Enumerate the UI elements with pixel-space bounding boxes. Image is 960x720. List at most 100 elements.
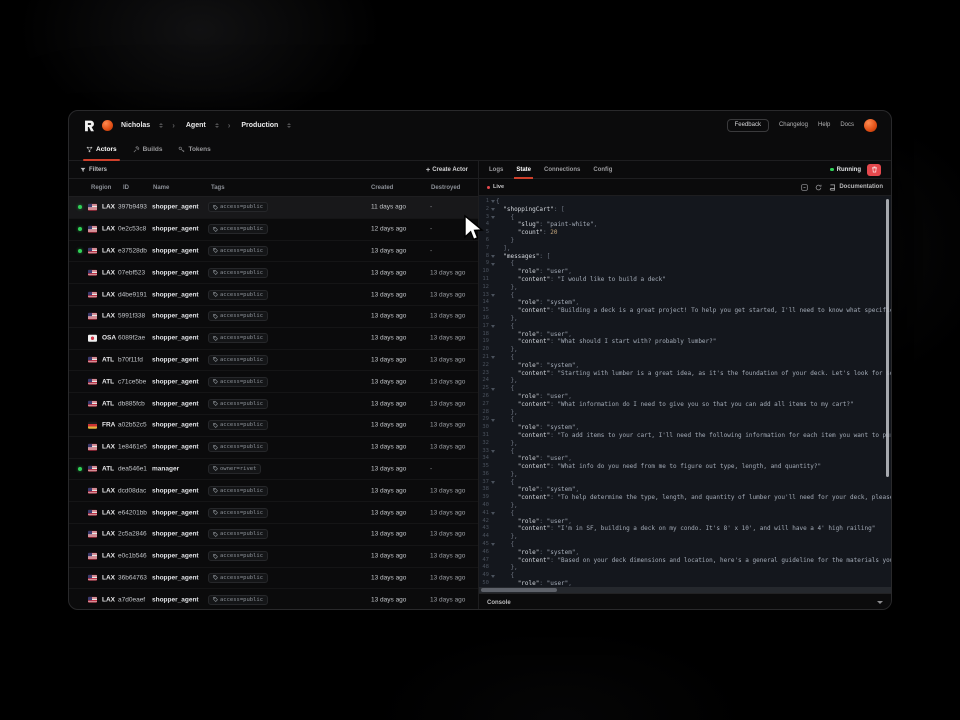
table-row[interactable]: ATL b70f11fd shopper_agent access=public…: [69, 350, 478, 372]
fold-chevron-icon[interactable]: [489, 356, 496, 359]
table-row[interactable]: LAX 5991f338 shopper_agent access=public…: [69, 306, 478, 328]
documentation-button[interactable]: Documentation: [829, 184, 883, 191]
created-at: 13 days ago: [371, 465, 406, 472]
table-row[interactable]: LAX 2c5a2846 shopper_agent access=public…: [69, 524, 478, 546]
tag-icon: [213, 510, 218, 515]
table-row[interactable]: LAX e64201bb shopper_agent access=public…: [69, 502, 478, 524]
region-code: LAX: [102, 291, 115, 298]
fold-chevron-icon[interactable]: [489, 294, 496, 297]
breadcrumb-user[interactable]: Nicholas: [121, 122, 150, 129]
actor-id: e64201bb: [118, 509, 147, 516]
table-row[interactable]: LAX e0c1b546 shopper_agent access=public…: [69, 546, 478, 568]
tab-config[interactable]: Config: [593, 161, 612, 178]
tab-tokens[interactable]: Tokens: [178, 146, 210, 160]
breadcrumb-switcher-icon[interactable]: [159, 123, 163, 128]
profile-avatar[interactable]: [864, 119, 877, 132]
table-row[interactable]: LAX 36b64763 shopper_agent access=public…: [69, 568, 478, 590]
table-row[interactable]: FRA a02b52c5 shopper_agent access=public…: [69, 415, 478, 437]
table-row[interactable]: LAX dcd08dac shopper_agent access=public…: [69, 480, 478, 502]
table-row[interactable]: ATL db885fcb shopper_agent access=public…: [69, 393, 478, 415]
destroy-actor-button[interactable]: [867, 164, 881, 176]
code-line: 35 "content": "What info do you need fro…: [479, 463, 891, 471]
fold-chevron-icon[interactable]: [489, 481, 496, 484]
actor-name: shopper_agent: [152, 444, 199, 451]
tag-icon: [213, 445, 218, 450]
plus-icon: +: [426, 167, 430, 172]
created-at: 13 days ago: [371, 553, 406, 560]
line-number: 40: [479, 502, 489, 510]
fold-chevron-icon[interactable]: [489, 216, 496, 219]
code-text: {: [496, 292, 514, 300]
breadcrumb-separator: ›: [228, 121, 231, 130]
region-flag-icon: [88, 466, 97, 473]
line-number: 31: [479, 432, 489, 440]
breadcrumb-workspace[interactable]: Agent: [186, 122, 206, 129]
code-text: },: [496, 440, 518, 448]
fold-chevron-icon[interactable]: [489, 200, 496, 203]
fold-chevron-icon[interactable]: [489, 450, 496, 453]
refresh-icon[interactable]: [815, 184, 822, 191]
table-row[interactable]: LAX d4be9191 shopper_agent access=public…: [69, 284, 478, 306]
fold-chevron-icon[interactable]: [489, 543, 496, 546]
region-flag-icon: [88, 575, 97, 582]
fold-chevron-icon[interactable]: [489, 575, 496, 578]
line-number: 9: [479, 260, 489, 268]
line-number: 8: [479, 253, 489, 261]
tag-icon: [213, 423, 218, 428]
horizontal-scrollbar-track[interactable]: [479, 587, 891, 593]
code-line: 46 "role": "system",: [479, 549, 891, 557]
tab-connections[interactable]: Connections: [544, 161, 580, 178]
fold-chevron-icon[interactable]: [489, 512, 496, 515]
table-row[interactable]: OSA 6089f2ae shopper_agent access=public…: [69, 328, 478, 350]
fold-chevron-icon[interactable]: [489, 255, 496, 258]
filters-button[interactable]: Filters: [80, 167, 107, 173]
breadcrumb-environment[interactable]: Production: [241, 122, 278, 129]
tag-icon: [213, 466, 218, 471]
tag-badge: access=public: [208, 420, 268, 430]
tab-state[interactable]: State: [516, 161, 531, 178]
fold-chevron-icon[interactable]: [489, 263, 496, 266]
feedback-button[interactable]: Feedback: [727, 119, 769, 132]
user-avatar[interactable]: [102, 120, 113, 131]
line-number: 13: [479, 292, 489, 300]
hammer-icon: [133, 146, 140, 153]
fold-chevron-icon[interactable]: [489, 388, 496, 391]
code-text: {: [496, 354, 514, 362]
rivet-logo-icon[interactable]: [83, 119, 96, 132]
create-actor-button[interactable]: + Create Actor: [422, 165, 472, 175]
tab-actors[interactable]: Actors: [86, 146, 117, 160]
chevron-down-icon[interactable]: [877, 601, 883, 604]
help-link[interactable]: Help: [818, 122, 830, 128]
table-row[interactable]: LAX 0e2c53c8 shopper_agent access=public…: [69, 219, 478, 241]
destroyed-at: -: [430, 465, 432, 472]
vertical-scrollbar[interactable]: [886, 199, 890, 477]
code-text: },: [496, 315, 518, 323]
table-row[interactable]: LAX 1e8461e5 shopper_agent access=public…: [69, 437, 478, 459]
fold-chevron-icon[interactable]: [489, 419, 496, 422]
code-text: "content": "Building a deck is a great p…: [496, 307, 891, 315]
line-number: 48: [479, 564, 489, 572]
documentation-label: Documentation: [839, 184, 883, 190]
changelog-link[interactable]: Changelog: [779, 122, 808, 128]
table-row[interactable]: LAX 07ebf523 shopper_agent access=public…: [69, 262, 478, 284]
breadcrumb-switcher-icon[interactable]: [215, 123, 219, 128]
tab-logs[interactable]: Logs: [489, 161, 503, 178]
line-number: 12: [479, 284, 489, 292]
fold-chevron-icon[interactable]: [489, 325, 496, 328]
content-split: Filters + Create Actor Region ID Name Ta…: [69, 161, 891, 610]
region-flag-icon: [88, 204, 97, 211]
table-row[interactable]: ATL c71ce5be shopper_agent access=public…: [69, 371, 478, 393]
table-row[interactable]: LAX 397b9493 shopper_agent access=public…: [69, 197, 478, 219]
expand-icon[interactable]: [801, 184, 808, 191]
code-text: "role": "system",: [496, 424, 579, 432]
table-row[interactable]: LAX a7d0eaef shopper_agent access=public…: [69, 589, 478, 610]
console-bar[interactable]: Console: [479, 593, 891, 610]
fold-chevron-icon[interactable]: [489, 208, 496, 211]
docs-link[interactable]: Docs: [840, 122, 854, 128]
tab-builds[interactable]: Builds: [133, 146, 163, 160]
state-json-viewer[interactable]: 1{2 "shoppingCart": [3 {4 "slug": "paint…: [479, 196, 891, 587]
horizontal-scrollbar-thumb[interactable]: [481, 588, 557, 592]
table-row[interactable]: LAX e37528db shopper_agent access=public…: [69, 241, 478, 263]
breadcrumb-switcher-icon[interactable]: [287, 123, 291, 128]
table-row[interactable]: ATL dea546e1 manager owner=rivet 13 days…: [69, 459, 478, 481]
